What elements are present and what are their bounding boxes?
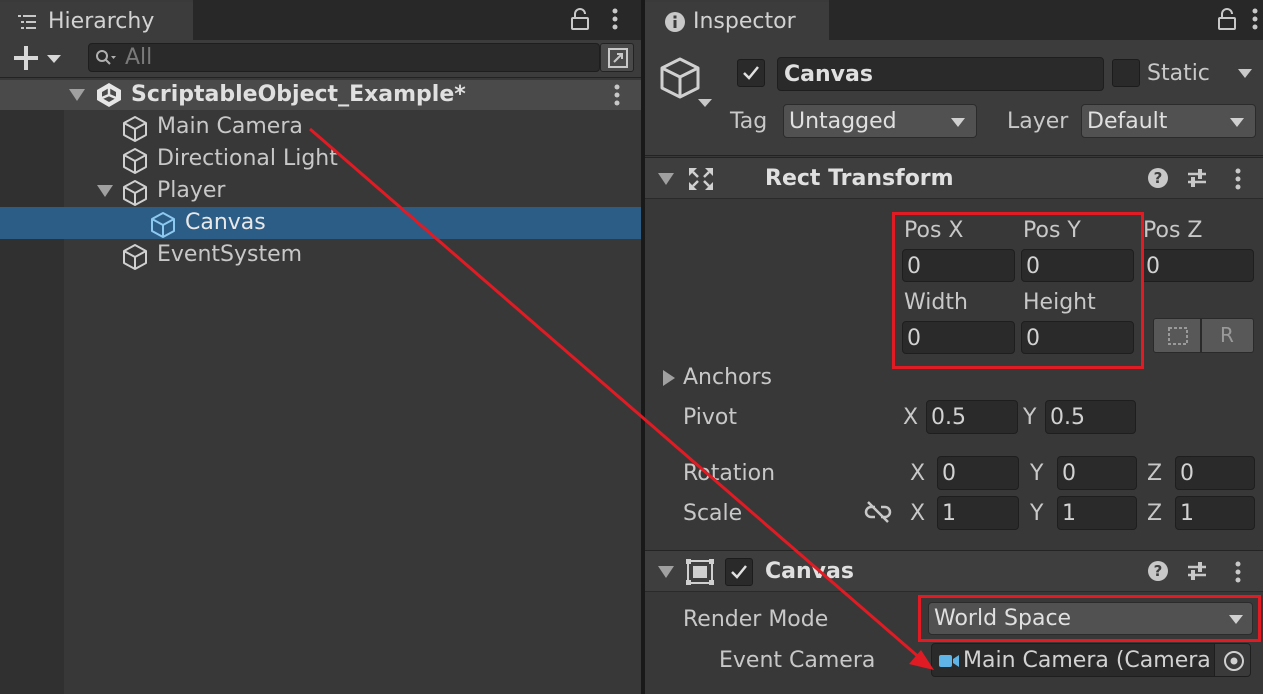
annotation-arrow [309,127,934,670]
